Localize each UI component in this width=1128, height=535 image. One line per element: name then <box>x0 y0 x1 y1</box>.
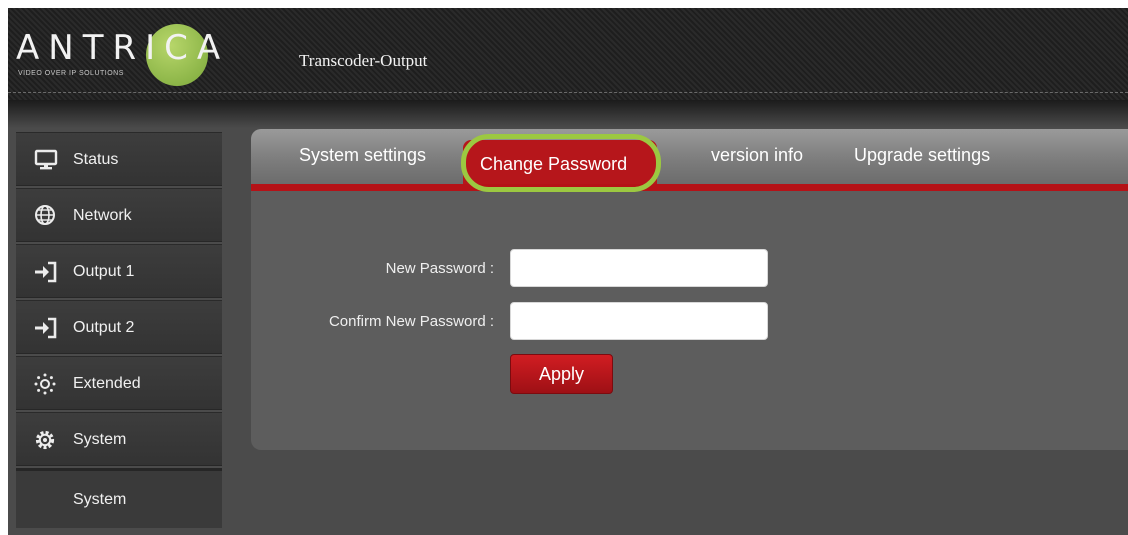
settings-panel: System settings version info Upgrade set… <box>251 129 1128 450</box>
sidebar-item-status[interactable]: Status <box>16 132 222 186</box>
sidebar-item-label: Network <box>73 207 132 224</box>
header-shadow <box>8 100 1128 128</box>
sidebar-item-label: Output 1 <box>73 263 135 280</box>
confirm-password-label: Confirm New Password : <box>328 313 494 330</box>
sidebar-subitem-system[interactable]: System <box>16 468 222 528</box>
header-divider <box>8 92 1128 93</box>
page-title: Transcoder-Output <box>299 51 428 70</box>
sidebar-item-network[interactable]: Network <box>16 188 222 242</box>
highlight-ring <box>461 134 661 192</box>
apply-button[interactable]: Apply <box>510 354 613 394</box>
sidebar-item-label: System <box>73 431 127 448</box>
tab-bar: System settings version info Upgrade set… <box>251 129 1128 191</box>
tab-system-settings[interactable]: System settings <box>299 145 426 166</box>
tab-underline <box>251 184 1128 191</box>
tab-upgrade-settings[interactable]: Upgrade settings <box>854 145 990 166</box>
logo-tagline: VIDEO OVER IP SOLUTIONS <box>18 70 124 77</box>
sidebar-item-system[interactable]: System <box>16 412 222 466</box>
monitor-icon <box>34 149 58 171</box>
sign-in-arrow-icon <box>34 261 58 283</box>
sidebar-item-output-2[interactable]: Output 2 <box>16 300 222 354</box>
new-password-input[interactable] <box>510 249 768 287</box>
globe-icon <box>34 205 58 227</box>
dotted-sun-icon <box>34 373 58 395</box>
sidebar-item-label: Extended <box>73 375 141 392</box>
sidebar-item-extended[interactable]: Extended <box>16 356 222 410</box>
logo-wordmark: ANTRICA <box>16 28 230 68</box>
header-bar: ANTRICA VIDEO OVER IP SOLUTIONS Transcod… <box>8 8 1128 100</box>
confirm-password-input[interactable] <box>510 302 768 340</box>
tab-version-info[interactable]: version info <box>711 145 803 166</box>
antrica-logo: ANTRICA VIDEO OVER IP SOLUTIONS <box>14 14 254 86</box>
gear-icon <box>34 429 58 451</box>
sidebar-item-label: Output 2 <box>73 319 135 336</box>
new-password-label: New Password : <box>385 260 494 277</box>
sidebar-subitem-label: System <box>73 491 127 508</box>
sidebar-item-output-1[interactable]: Output 1 <box>16 244 222 298</box>
sign-in-arrow-icon <box>34 317 58 339</box>
app-window: ANTRICA VIDEO OVER IP SOLUTIONS Transcod… <box>8 8 1128 535</box>
sidebar-item-label: Status <box>73 151 119 168</box>
sidebar: Status Network Output 1 Output 2 Extende… <box>16 132 222 528</box>
